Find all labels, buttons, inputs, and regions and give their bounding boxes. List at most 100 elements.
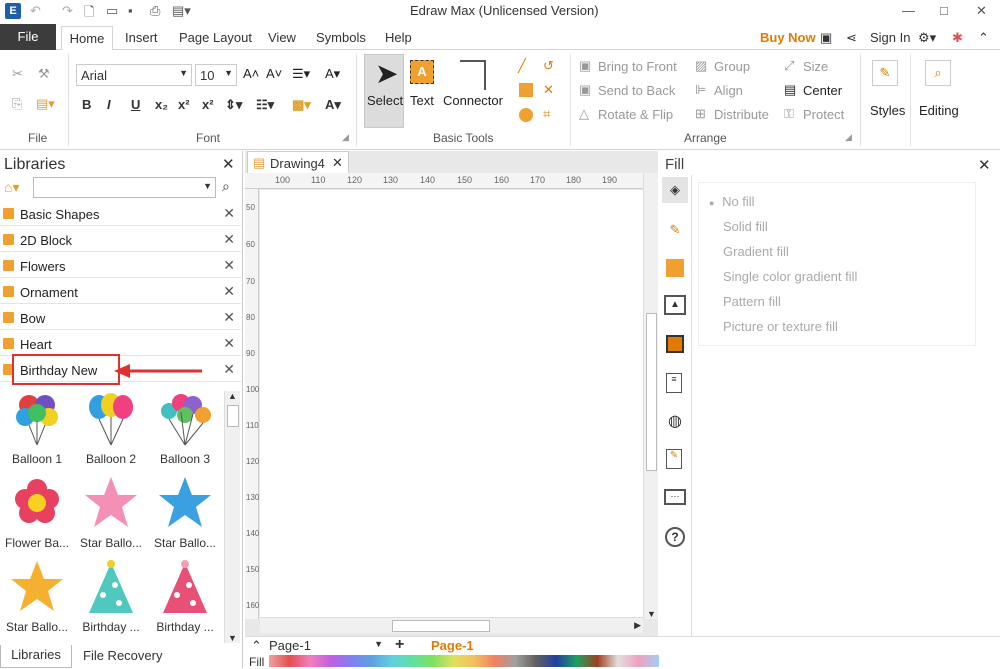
rotate-flip-button[interactable]: Rotate & Flip bbox=[598, 107, 673, 122]
distribute-button[interactable]: Distribute bbox=[714, 107, 769, 122]
ellipse-icon[interactable] bbox=[519, 108, 533, 122]
italic-button[interactable]: I bbox=[107, 97, 111, 112]
subscript-icon[interactable]: x₂ bbox=[155, 97, 168, 112]
protect-button[interactable]: Protect bbox=[803, 107, 844, 122]
library-category[interactable]: Ornament ✕ bbox=[0, 280, 241, 304]
sign-in-link[interactable]: Sign In bbox=[870, 30, 910, 45]
library-category[interactable]: Basic Shapes ✕ bbox=[0, 202, 241, 226]
apps-icon[interactable]: ✱ bbox=[952, 30, 963, 46]
color-palette[interactable] bbox=[269, 655, 659, 667]
new-icon[interactable]: 🗋 bbox=[84, 3, 94, 25]
buy-now-link[interactable]: Buy Now bbox=[760, 30, 816, 45]
library-scrollbar[interactable]: ▲ ▼ bbox=[224, 391, 240, 643]
select-tool[interactable]: ➤ bbox=[364, 54, 404, 128]
fill-option-picture[interactable]: Picture or texture fill bbox=[723, 319, 838, 334]
drawing-page[interactable] bbox=[260, 190, 643, 619]
strikethrough-icon[interactable]: x² bbox=[202, 97, 214, 112]
text-align-icon[interactable]: ☰▾ bbox=[292, 66, 310, 82]
close-window-button[interactable]: ✕ bbox=[976, 3, 987, 19]
format-painter-icon[interactable]: ⚒ bbox=[38, 66, 50, 82]
scroll-right-icon[interactable]: ▶ bbox=[634, 620, 641, 631]
scroll-down-icon[interactable]: ▼ bbox=[647, 609, 656, 619]
fill-option-solid[interactable]: Solid fill bbox=[723, 219, 768, 234]
library-category[interactable]: Flowers ✕ bbox=[0, 254, 241, 278]
cross-icon[interactable]: ✕ bbox=[543, 82, 554, 98]
shape-balloon-1[interactable]: Balloon 1 bbox=[0, 391, 74, 466]
close-icon[interactable]: ✕ bbox=[223, 361, 235, 378]
shape-birthday-hat-teal[interactable]: Birthday ... bbox=[74, 559, 148, 634]
shape-flower-balloon[interactable]: Flower Ba... bbox=[0, 475, 74, 550]
document-tab[interactable]: ▤ Drawing4 ✕ bbox=[247, 151, 349, 173]
text-color-icon[interactable]: A▾ bbox=[325, 66, 340, 82]
file-recovery-tab[interactable]: File Recovery bbox=[83, 648, 162, 663]
superscript-icon[interactable]: x² bbox=[178, 97, 190, 112]
menu-file[interactable]: File bbox=[0, 24, 56, 50]
send-to-back-button[interactable]: Send to Back bbox=[598, 83, 675, 98]
fill-option-pattern[interactable]: Pattern fill bbox=[723, 294, 781, 309]
shape-birthday-hat-pink[interactable]: Birthday ... bbox=[148, 559, 222, 634]
dialog-launcher-icon[interactable]: ◢ bbox=[845, 132, 852, 143]
vertical-scrollbar[interactable]: ▼ bbox=[643, 173, 658, 619]
styles-button[interactable]: Styles bbox=[870, 103, 905, 118]
group-button[interactable]: Group bbox=[714, 59, 750, 74]
cut-icon[interactable]: ✂ bbox=[12, 66, 23, 82]
image-icon[interactable]: ▲ bbox=[664, 295, 686, 315]
libraries-tab[interactable]: Libraries bbox=[0, 645, 72, 668]
line-tool-icon[interactable]: ✎ bbox=[664, 219, 686, 241]
library-search-input[interactable]: ▼ bbox=[33, 177, 216, 198]
horizontal-scrollbar[interactable]: ▶ bbox=[260, 617, 643, 633]
home-icon[interactable]: ⌂▾ bbox=[4, 179, 19, 196]
dialog-launcher-icon[interactable]: ◢ bbox=[342, 132, 349, 143]
size-button[interactable]: Size bbox=[803, 59, 828, 74]
fill-icon[interactable]: ▩▾ bbox=[292, 97, 311, 113]
paste-icon[interactable]: ▤▾ bbox=[36, 96, 55, 112]
library-category[interactable]: 2D Block ✕ bbox=[0, 228, 241, 252]
bullets-icon[interactable]: ☷▾ bbox=[256, 97, 274, 113]
comment-icon[interactable]: ··· bbox=[664, 489, 686, 505]
shape-star-balloon-blue[interactable]: Star Ballo... bbox=[148, 475, 222, 550]
close-icon[interactable]: ✕ bbox=[222, 155, 235, 173]
scrollbar-thumb[interactable] bbox=[392, 620, 490, 632]
undo-icon[interactable]: ↶ bbox=[30, 3, 41, 19]
save-icon[interactable]: ▪ bbox=[128, 3, 133, 18]
close-icon[interactable]: ✕ bbox=[223, 309, 235, 326]
page-icon[interactable]: ≡ bbox=[666, 373, 682, 393]
close-icon[interactable]: ✕ bbox=[223, 283, 235, 300]
close-icon[interactable]: ✕ bbox=[223, 231, 235, 248]
minimize-button[interactable]: — bbox=[902, 3, 915, 18]
shape-star-balloon-yellow[interactable]: Star Ballo... bbox=[0, 559, 74, 634]
scroll-down-icon[interactable]: ▼ bbox=[228, 633, 237, 643]
align-button[interactable]: Align bbox=[714, 83, 743, 98]
maximize-button[interactable]: □ bbox=[940, 3, 948, 18]
layers-icon[interactable] bbox=[666, 335, 684, 353]
fill-option-single-gradient[interactable]: Single color gradient fill bbox=[723, 269, 857, 284]
styles-icon[interactable]: ✎ bbox=[872, 60, 898, 86]
connector-icon[interactable] bbox=[460, 60, 486, 90]
shape-star-balloon-pink[interactable]: Star Ballo... bbox=[74, 475, 148, 550]
help-icon[interactable]: ? bbox=[665, 527, 685, 547]
export-icon[interactable]: ▤▾ bbox=[172, 3, 191, 19]
menu-home[interactable]: Home bbox=[61, 26, 113, 51]
line-spacing-icon[interactable]: ⇕▾ bbox=[225, 97, 242, 113]
font-name-select[interactable]: Arial ▼ bbox=[76, 64, 192, 86]
font-color-icon[interactable]: A▾ bbox=[325, 97, 341, 113]
search-icon[interactable]: ⌕ bbox=[222, 178, 230, 195]
shape-balloon-2[interactable]: Balloon 2 bbox=[74, 391, 148, 466]
editing-button[interactable]: Editing bbox=[919, 103, 959, 118]
open-icon[interactable]: ▭ bbox=[106, 3, 118, 19]
rectangle-icon[interactable] bbox=[519, 83, 533, 97]
chevron-up-icon[interactable]: ⌃ bbox=[251, 638, 262, 654]
close-icon[interactable]: ✕ bbox=[332, 155, 343, 171]
fill-option-no-fill[interactable]: ● No fill bbox=[709, 194, 755, 209]
cart-icon[interactable]: ▣ bbox=[820, 30, 832, 46]
center-button[interactable]: Center bbox=[803, 83, 842, 98]
menu-insert[interactable]: Insert bbox=[125, 30, 158, 45]
settings-icon[interactable]: ⚙▾ bbox=[918, 30, 936, 46]
fill-option-gradient[interactable]: Gradient fill bbox=[723, 244, 789, 259]
redo-icon[interactable]: ↷ bbox=[62, 3, 73, 19]
color-icon[interactable] bbox=[666, 259, 684, 277]
editing-icon[interactable]: ⌕ bbox=[925, 60, 951, 86]
menu-view[interactable]: View bbox=[268, 30, 296, 45]
scrollbar-thumb[interactable] bbox=[227, 405, 239, 427]
menu-page-layout[interactable]: Page Layout bbox=[179, 30, 252, 45]
